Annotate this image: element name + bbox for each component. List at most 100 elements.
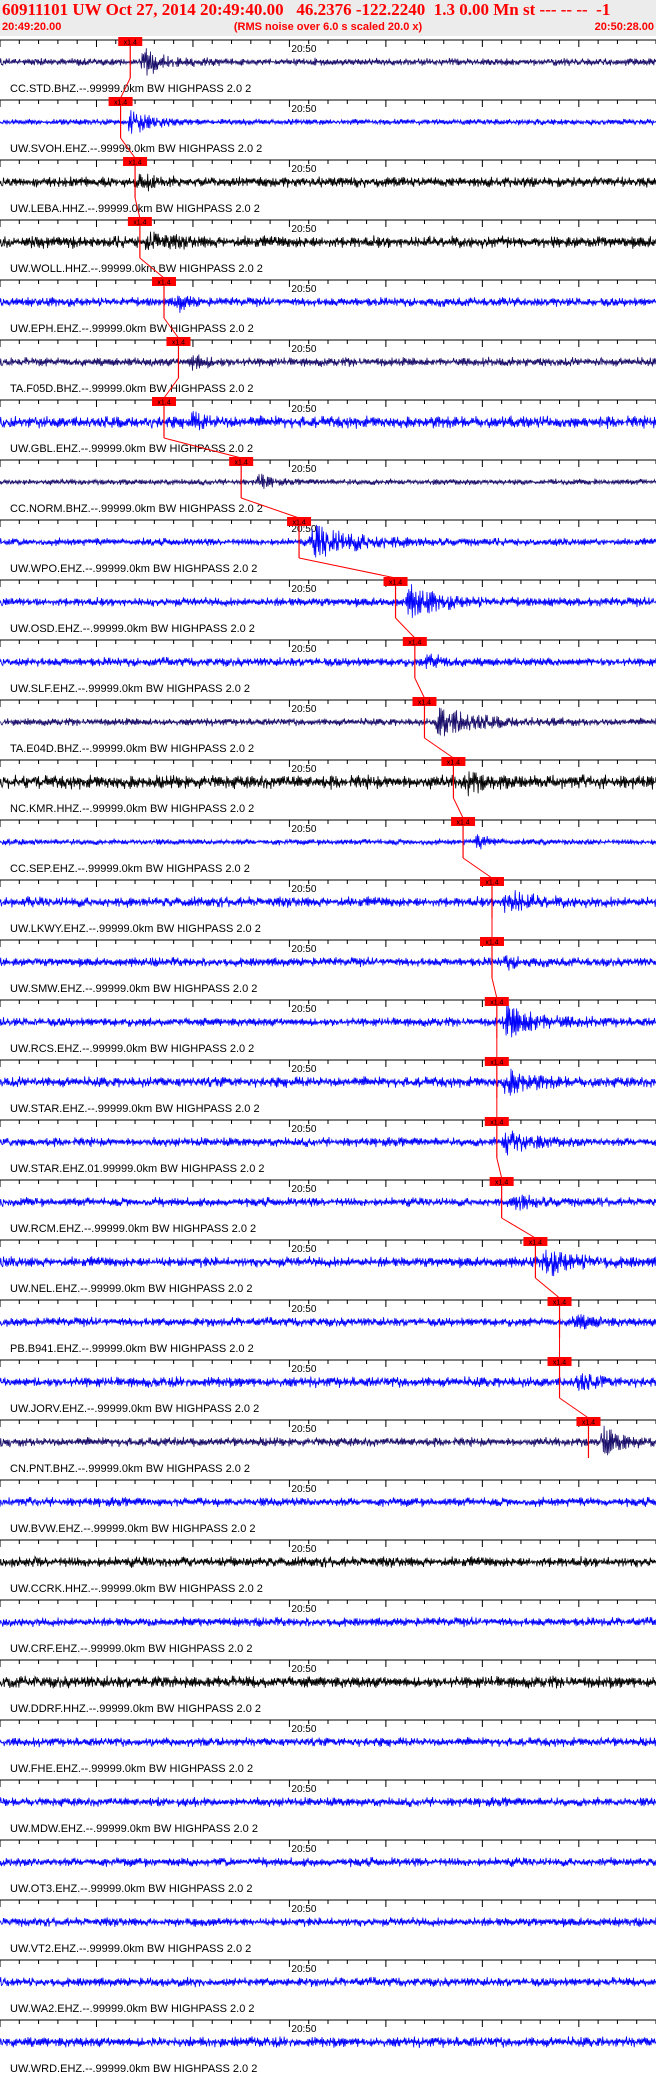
minute-label: 20:50 xyxy=(291,284,316,295)
minute-label: 20:50 xyxy=(291,1964,316,1975)
time-range-line: 20:49:20.00 (RMS noise over 6.0 s scaled… xyxy=(0,20,656,34)
station-row: 20:50 UW.BVW.EHZ.--.99999.0km BW HIGHPASS… xyxy=(0,1479,656,1535)
pick-label: x1.4 xyxy=(133,220,146,227)
minute-label: 20:50 xyxy=(291,1724,316,1735)
station-label: UW.STAR.EHZ.01.99999.0km BW HIGHPASS 2.0… xyxy=(10,1163,265,1175)
moveout-line xyxy=(298,557,396,579)
minute-label: 20:50 xyxy=(291,2024,316,2035)
station-row: 20:50 UW.CRF.EHZ.--.99999.0km BW HIGHPASS… xyxy=(0,1599,656,1655)
waveform-trace xyxy=(0,1555,656,1568)
pick-label: x1.4 xyxy=(485,880,498,887)
pick-label: x1.4 xyxy=(490,1060,503,1067)
pick-label: x1.4 xyxy=(408,640,421,647)
scale-note: (RMS noise over 6.0 s scaled 20.0 x) xyxy=(233,21,423,33)
station-label: UW.MDW.EHZ.--.99999.0km BW HIGHPASS 2.0 … xyxy=(10,1823,258,1835)
waveform-trace xyxy=(0,707,656,737)
station-label: UW.NEL.EHZ.--.99999.0km BW HIGHPASS 2.0 … xyxy=(10,1283,252,1295)
pick-label: x1.4 xyxy=(114,100,127,107)
minute-label: 20:50 xyxy=(291,344,316,355)
pick-label: x1.4 xyxy=(389,580,402,587)
moveout-line xyxy=(535,1277,560,1299)
pick-label: x1.4 xyxy=(124,40,137,47)
minute-label: 20:50 xyxy=(291,1184,316,1195)
minute-label: 20:50 xyxy=(291,644,316,655)
moveout-line xyxy=(496,1157,503,1179)
station-label: UW.WRD.EHZ.--.99999.0km BW HIGHPASS 2.0 … xyxy=(10,2063,257,2075)
station-label: CC.NORM.BHZ.--.99999.0km BW HIGHPASS 2.0… xyxy=(10,503,263,515)
minute-label: 20:50 xyxy=(291,884,316,895)
station-label: UW.VT2.EHZ.--.99999.0km BW HIGHPASS 2.0 … xyxy=(10,1943,251,1955)
waveform-trace xyxy=(0,1616,656,1628)
minute-label: 20:50 xyxy=(291,224,316,235)
station-row: 20:50 UW.VT2.EHZ.--.99999.0km BW HIGHPASS… xyxy=(0,1899,656,1955)
waveform-trace xyxy=(0,1796,656,1808)
minute-label: 20:50 xyxy=(291,1424,316,1435)
pick-label: x1.4 xyxy=(553,1300,566,1307)
pick-label: x1.4 xyxy=(490,1000,503,1007)
waveform-trace xyxy=(0,771,656,797)
waveform-trace xyxy=(0,653,656,670)
station-label: UW.SLF.EHZ.--.99999.0km BW HIGHPASS 2.0 … xyxy=(10,683,250,695)
moveout-line xyxy=(424,737,454,759)
station-row: 20:50 UW.DDRF.HHZ.--.99999.0km BW HIGHPAS… xyxy=(0,1659,656,1715)
station-label: UW.OSD.EHZ.--.99999.0km BW HIGHPASS 2.0 … xyxy=(10,623,255,635)
waveform-trace xyxy=(0,295,656,313)
waveform-trace xyxy=(0,1496,656,1508)
minute-label: 20:50 xyxy=(291,944,316,955)
minute-label: 20:50 xyxy=(291,1544,316,1555)
minute-label: 20:50 xyxy=(291,44,316,55)
station-row: 20:50 UW.OT3.EHZ.--.99999.0km BW HIGHPASS… xyxy=(0,1839,656,1895)
waveform-trace xyxy=(0,1194,656,1211)
waveform-trace xyxy=(0,1976,656,1988)
station-label: TA.F05D.BHZ.--.99999.0km BW HIGHPASS 2.0… xyxy=(10,383,254,395)
minute-label: 20:50 xyxy=(291,104,316,115)
minute-label: 20:50 xyxy=(291,1304,316,1315)
pick-label: x1.4 xyxy=(553,1360,566,1367)
station-label: UW.EPH.EHZ.--.99999.0km BW HIGHPASS 2.0 … xyxy=(10,323,254,335)
minute-label: 20:50 xyxy=(291,164,316,175)
minute-label: 20:50 xyxy=(291,1604,316,1615)
minute-label: 20:50 xyxy=(291,1904,316,1915)
station-row: 20:50 UW.FHE.EHZ.--.99999.0km BW HIGHPASS… xyxy=(0,1719,656,1775)
waveform-trace xyxy=(0,354,656,371)
minute-label: 20:50 xyxy=(291,1004,316,1015)
waveform-trace xyxy=(0,1373,656,1391)
pick-label: x1.4 xyxy=(529,1240,542,1247)
pick-label: x1.4 xyxy=(235,460,248,467)
pick-label: x1.4 xyxy=(490,1120,503,1127)
station-label: UW.LEBA.HHZ.--.99999.0km BW HIGHPASS 2.0… xyxy=(10,203,260,215)
waveform-trace xyxy=(0,890,656,913)
station-label: CN.PNT.BHZ.--.99999.0km BW HIGHPASS 2.0 … xyxy=(10,1463,250,1475)
event-title: 60911101 UW Oct 27, 2014 20:49:40.00 46.… xyxy=(2,0,611,19)
station-label: UW.RCS.EHZ.--.99999.0km BW HIGHPASS 2.0 … xyxy=(10,1043,254,1055)
waveform-trace xyxy=(0,1004,656,1038)
pick-label: x1.4 xyxy=(418,700,431,707)
minute-label: 20:50 xyxy=(291,1064,316,1075)
minute-label: 20:50 xyxy=(291,824,316,835)
station-label: UW.CCRK.HHZ.--.99999.0km BW HIGHPASS 2.0… xyxy=(10,1583,263,1595)
waveform-trace xyxy=(0,473,656,489)
moveout-line xyxy=(462,857,493,879)
pick-label: x1.4 xyxy=(157,400,170,407)
header-bar: 60911101 UW Oct 27, 2014 20:49:40.00 46.… xyxy=(0,0,656,36)
waveform-trace xyxy=(0,173,656,192)
station-label: UW.CRF.EHZ.--.99999.0km BW HIGHPASS 2.0 … xyxy=(10,1643,252,1655)
minute-label: 20:50 xyxy=(291,1484,316,1495)
waveform-trace xyxy=(0,1314,656,1330)
station-row: 20:50 UW.WRD.EHZ.--.99999.0km BW HIGHPASS… xyxy=(0,2019,656,2075)
waveform-trace xyxy=(0,1130,656,1156)
station-label: UW.SMW.EHZ.--.99999.0km BW HIGHPASS 2.0 … xyxy=(10,983,257,995)
station-label: UW.GBL.EHZ.--.99999.0km BW HIGHPASS 2.0 … xyxy=(10,443,253,455)
station-label: NC.KMR.HHZ.--.99999.0km BW HIGHPASS 2.0 … xyxy=(10,803,254,815)
moveout-line xyxy=(491,977,498,999)
waveform-trace xyxy=(0,1916,656,1928)
waveform-trace xyxy=(0,1425,656,1456)
waveform-trace xyxy=(0,1857,656,1868)
moveout-line xyxy=(395,617,416,639)
station-label: UW.RCM.EHZ.--.99999.0km BW HIGHPASS 2.0 … xyxy=(10,1223,256,1235)
station-label: UW.STAR.EHZ.--.99999.0km BW HIGHPASS 2.0… xyxy=(10,1103,260,1115)
pick-label: x1.4 xyxy=(456,820,469,827)
pick-label: x1.4 xyxy=(172,340,185,347)
pick-label: x1.4 xyxy=(447,760,460,767)
waveform-trace xyxy=(0,955,656,971)
